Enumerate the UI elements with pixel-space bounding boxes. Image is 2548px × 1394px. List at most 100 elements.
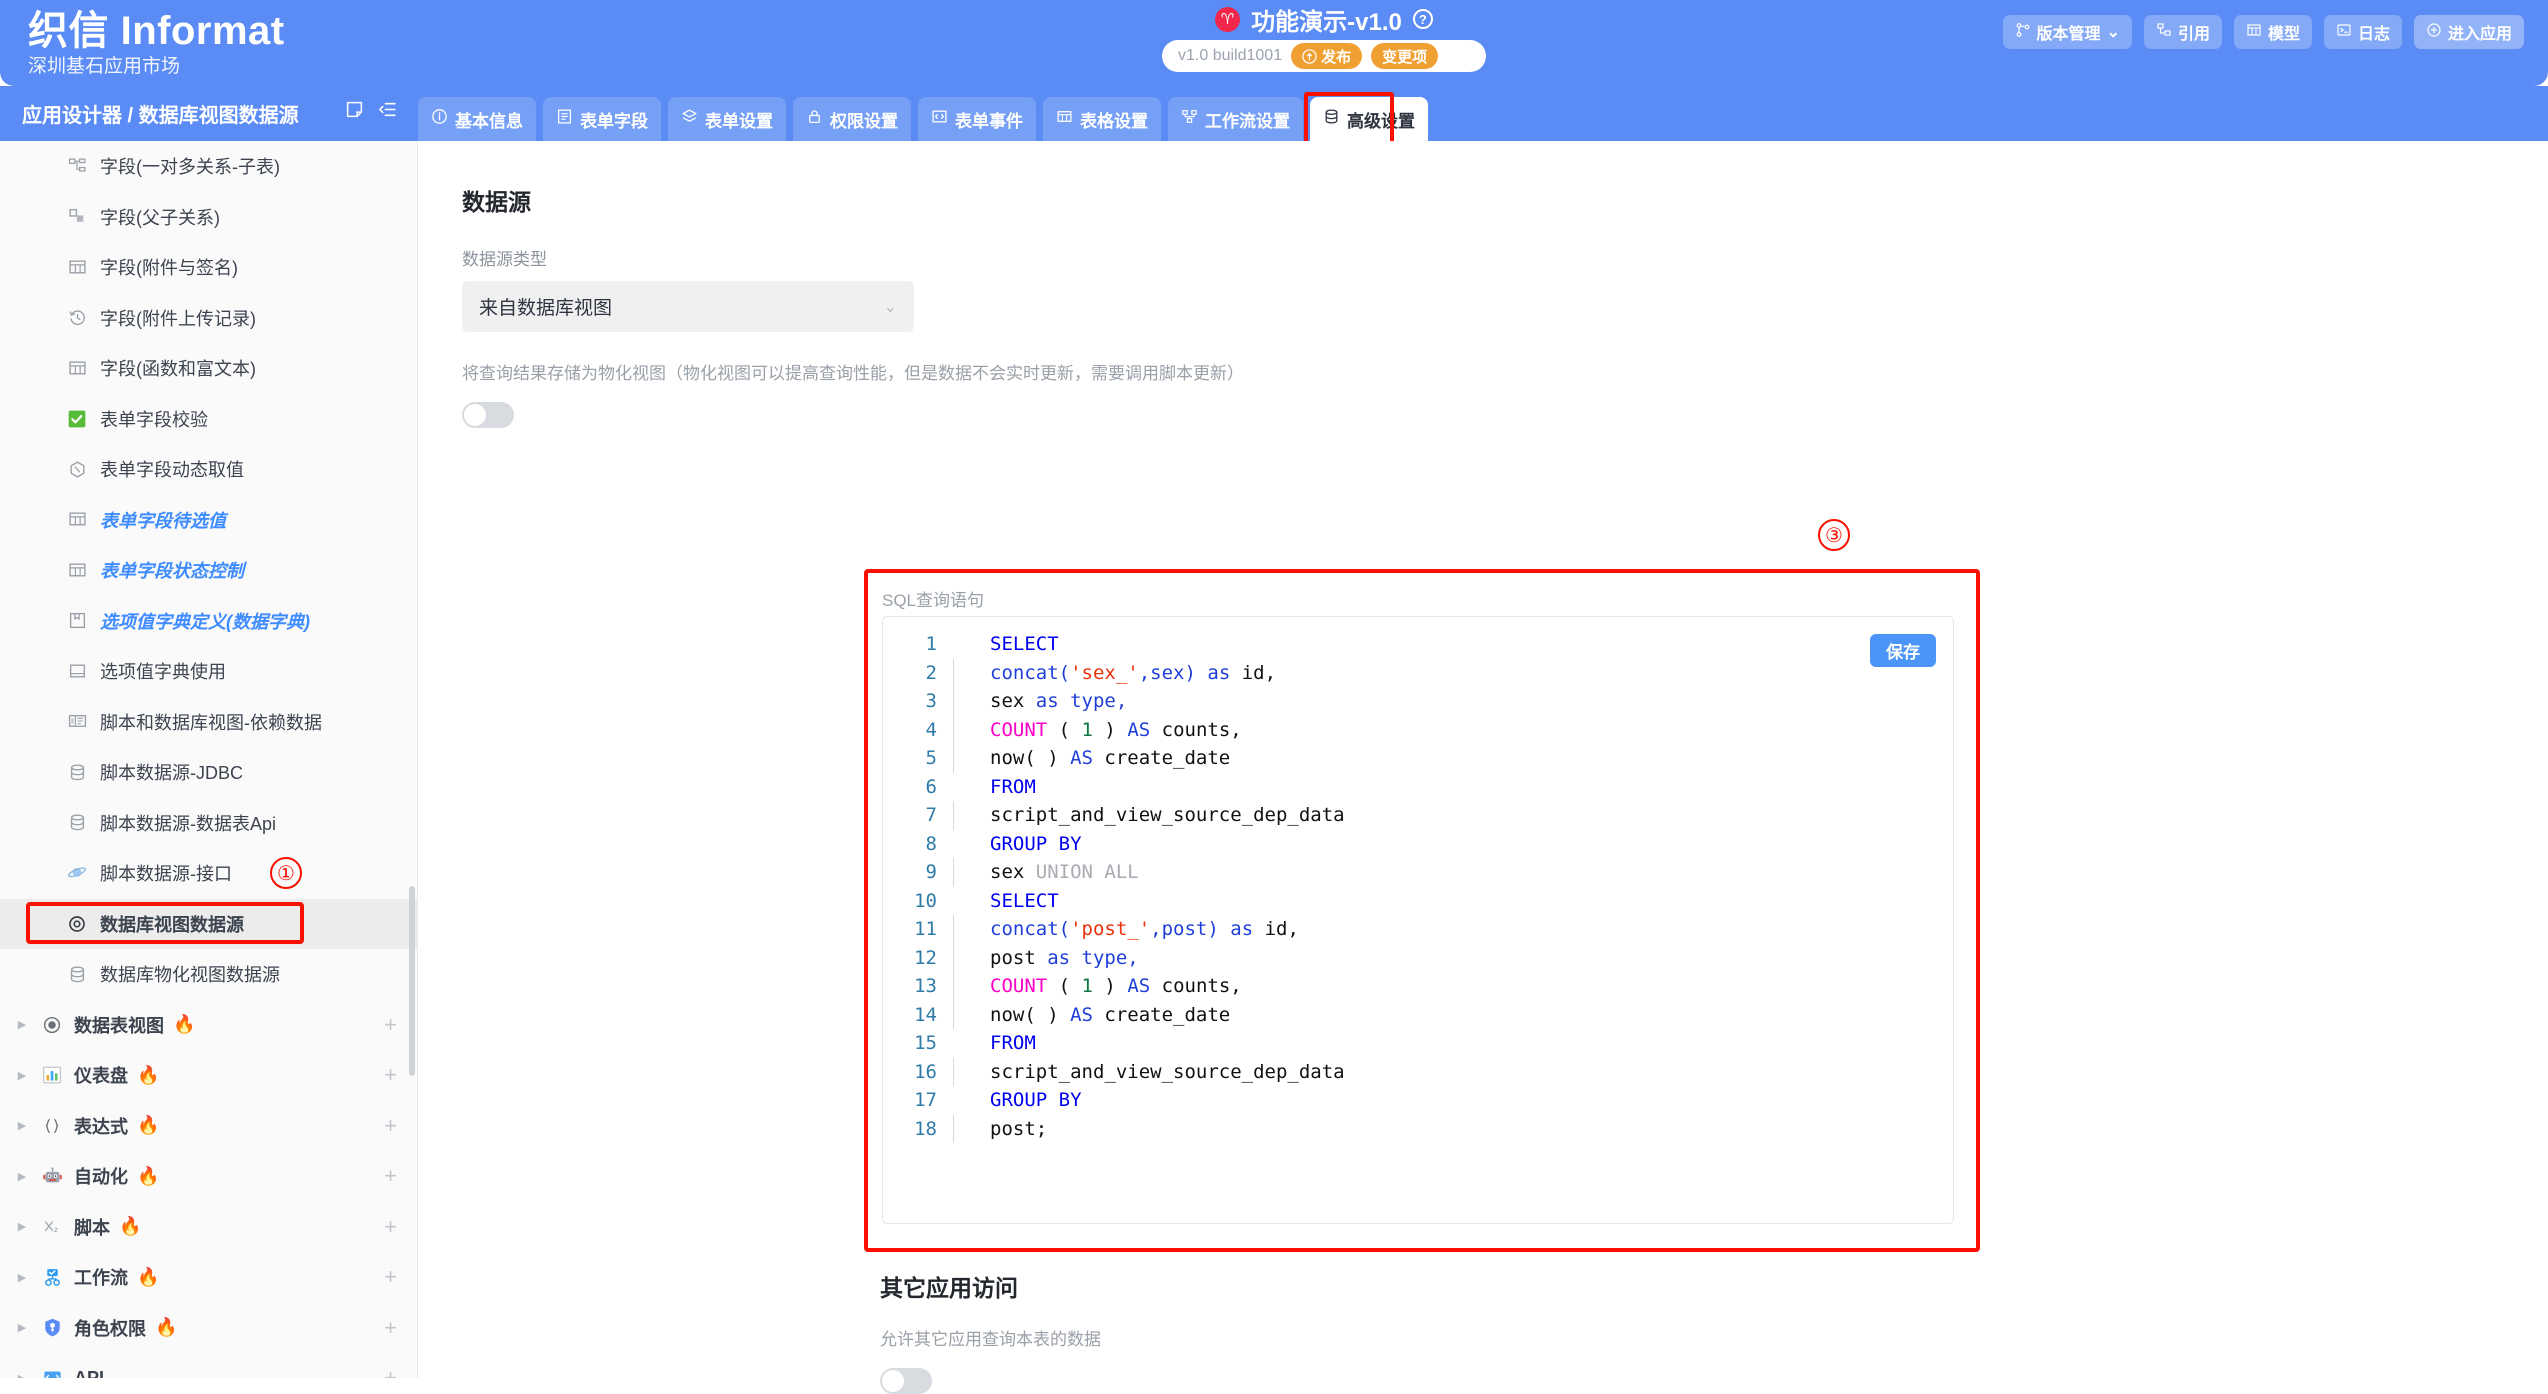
sidebar-item-2[interactable]: 字段(附件与签名) — [0, 242, 417, 293]
sql-editor[interactable]: 1SELECT2concat('sex_',sex) as id,3sex as… — [882, 616, 1954, 1224]
sidebar-group-label: 脚本 — [74, 1214, 110, 1240]
sql-line: 4COUNT ( 1 ) AS counts, — [883, 716, 1953, 745]
sql-line-text: SELECT — [990, 630, 1059, 659]
sql-line-text: sex UNION ALL — [990, 858, 1139, 887]
chevron-down-icon: ⌄ — [2107, 22, 2120, 42]
flow-icon — [1181, 108, 1198, 130]
tab-advanced-settings[interactable]: 高级设置 — [1310, 97, 1428, 141]
sidebar-item-0[interactable]: 字段(一对多关系-子表) — [0, 141, 417, 192]
chevron-right-icon[interactable]: ▶ — [14, 1220, 30, 1233]
sql-line-number: 2 — [883, 659, 953, 688]
sql-line-text: concat('sex_',sex) as id, — [990, 659, 1276, 688]
log-button[interactable]: 日志 — [2324, 15, 2402, 49]
tab-permission-settings[interactable]: 权限设置 — [793, 97, 911, 141]
add-icon[interactable]: + — [384, 1062, 397, 1088]
reference-button[interactable]: 引用 — [2144, 15, 2222, 49]
chevron-right-icon[interactable]: ▶ — [14, 1170, 30, 1183]
sql-line-text: now( ) AS create_date — [990, 744, 1230, 773]
sidebar-item-12[interactable]: 脚本数据源-JDBC — [0, 747, 417, 798]
sql-line-number: 14 — [883, 1001, 953, 1030]
log-icon — [2336, 22, 2352, 43]
square-icon — [66, 662, 88, 681]
sidebar-group-role-permission[interactable]: ▶ 角色权限 🔥 + — [0, 1303, 417, 1354]
sidebar-item-10[interactable]: 选项值字典使用 — [0, 646, 417, 697]
sidebar-group-data-table-view[interactable]: ▶ 数据表视图 🔥 + — [0, 1000, 417, 1051]
sidebar-item-9[interactable]: 选项值字典定义(数据字典) — [0, 596, 417, 647]
tab-label: 表格设置 — [1080, 107, 1148, 132]
save-button[interactable]: 保存 — [1870, 634, 1936, 667]
sql-indent-guide — [953, 773, 954, 802]
tab-bar: 应用设计器 / 数据库视图数据源 基本信息 表单字段 表单设置 权限设置 表单事… — [0, 86, 2548, 141]
add-icon[interactable]: + — [384, 1315, 397, 1341]
sql-indent-guide — [953, 744, 954, 773]
header-action-buttons: 版本管理 ⌄ 引用 模型 日志 进入应用 — [2003, 15, 2524, 49]
api-icon — [39, 1368, 65, 1378]
model-button[interactable]: 模型 — [2234, 15, 2312, 49]
sidebar-item-database-view-datasource[interactable]: 数据库视图数据源 — [0, 899, 417, 950]
other-access-toggle[interactable] — [880, 1368, 932, 1394]
datasource-type-select[interactable]: 来自数据库视图 ⌄ — [462, 281, 914, 332]
tab-workflow-settings[interactable]: 工作流设置 — [1168, 97, 1303, 141]
annotation-marker-1: ① — [270, 857, 302, 889]
sidebar-item-label: 表单字段校验 — [100, 406, 208, 432]
version-manage-button[interactable]: 版本管理 ⌄ — [2003, 15, 2132, 49]
table-icon — [66, 510, 88, 529]
add-icon[interactable]: + — [384, 1365, 397, 1378]
chevron-right-icon[interactable]: ▶ — [14, 1018, 30, 1031]
sidebar-group-api[interactable]: ▶ API + — [0, 1353, 417, 1378]
tab-form-settings[interactable]: 表单设置 — [668, 97, 786, 141]
sidebar-item-4[interactable]: 字段(函数和富文本) — [0, 343, 417, 394]
chevron-right-icon[interactable]: ▶ — [14, 1119, 30, 1132]
materialize-toggle[interactable] — [462, 402, 514, 428]
changes-label: 变更项 — [1382, 46, 1427, 67]
add-icon[interactable]: + — [384, 1113, 397, 1139]
tab-basic-info[interactable]: 基本信息 — [418, 97, 536, 141]
planet-icon — [66, 863, 88, 883]
sidebar-item-5[interactable]: 表单字段校验 — [0, 394, 417, 445]
sidebar-item-6[interactable]: 表单字段动态取值 — [0, 444, 417, 495]
sidebar-item-label: 字段(一对多关系-子表) — [100, 153, 280, 179]
sidebar-item-11[interactable]: 脚本和数据库视图-依赖数据 — [0, 697, 417, 748]
chevron-right-icon[interactable]: ▶ — [14, 1069, 30, 1082]
sql-line-number: 3 — [883, 687, 953, 716]
view-icon — [39, 1015, 65, 1035]
sidebar-item-14[interactable]: 脚本数据源-接口 ① — [0, 848, 417, 899]
check-green-icon — [66, 409, 88, 429]
sidebar-item-3[interactable]: 字段(附件上传记录) — [0, 293, 417, 344]
sidebar-item-7[interactable]: 表单字段待选值 — [0, 495, 417, 546]
chevron-right-icon[interactable]: ▶ — [14, 1321, 30, 1334]
sidebar-group-expression[interactable]: ▶ 表达式 🔥 + — [0, 1101, 417, 1152]
help-icon[interactable]: ? — [1413, 9, 1433, 29]
sidebar-group-script[interactable]: ▶ 2 脚本 🔥 + — [0, 1202, 417, 1253]
layers-icon — [681, 108, 698, 130]
changes-button[interactable]: 变更项 — [1371, 43, 1438, 69]
add-icon[interactable]: + — [384, 1163, 397, 1189]
sql-line-text: post; — [990, 1115, 1047, 1144]
sidebar-item-13[interactable]: 脚本数据源-数据表Api — [0, 798, 417, 849]
sidebar-group-label: API — [74, 1368, 104, 1378]
tab-form-fields[interactable]: 表单字段 — [543, 97, 661, 141]
sidebar-group-automation[interactable]: ▶ 自动化 🔥 + — [0, 1151, 417, 1202]
add-icon[interactable]: + — [384, 1214, 397, 1240]
enter-app-button[interactable]: 进入应用 — [2414, 15, 2524, 49]
add-icon[interactable]: + — [384, 1264, 397, 1290]
publish-button[interactable]: 发布 — [1291, 43, 1362, 69]
sql-line-number: 10 — [883, 887, 953, 916]
chevron-right-icon[interactable]: ▶ — [14, 1271, 30, 1284]
tab-table-settings[interactable]: 表格设置 — [1043, 97, 1161, 141]
sidebar-item-16[interactable]: 数据库物化视图数据源 — [0, 949, 417, 1000]
chevron-right-icon[interactable]: ▶ — [14, 1372, 30, 1378]
add-icon[interactable]: + — [384, 1012, 397, 1038]
collapse-panel-icon[interactable] — [378, 100, 397, 119]
note-icon[interactable] — [345, 100, 364, 119]
sidebar-item-8[interactable]: 表单字段状态控制 — [0, 545, 417, 596]
sidebar-item-1[interactable]: 字段(父子关系) — [0, 192, 417, 243]
tab-form-events[interactable]: 表单事件 — [918, 97, 1036, 141]
sidebar-group-workflow[interactable]: ▶ 工作流 🔥 + — [0, 1252, 417, 1303]
sidebar-scrollbar[interactable] — [409, 886, 415, 1076]
sql-code[interactable]: 1SELECT2concat('sex_',sex) as id,3sex as… — [883, 617, 1953, 1143]
sql-line-number: 1 — [883, 630, 953, 659]
other-access-title: 其它应用访问 — [880, 1269, 1101, 1303]
sidebar-item-label: 脚本数据源-数据表Api — [100, 810, 276, 836]
sidebar-group-dashboard[interactable]: ▶ 仪表盘 🔥 + — [0, 1050, 417, 1101]
